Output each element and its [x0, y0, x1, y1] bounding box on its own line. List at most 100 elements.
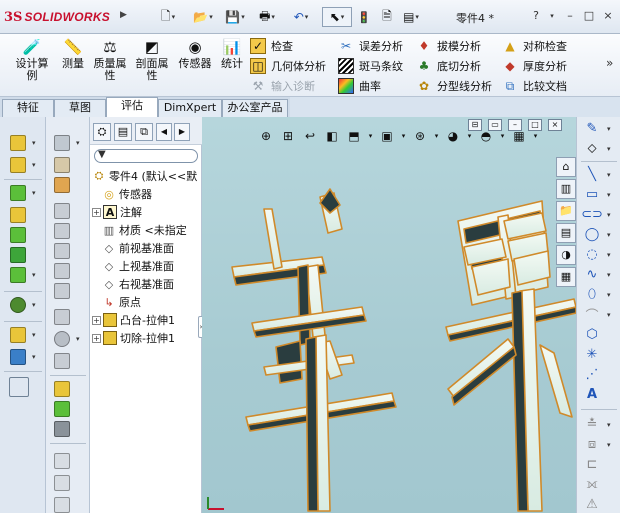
- undo-button[interactable]: ↶ ▾: [288, 7, 314, 27]
- feature-tree-tab-icon[interactable]: ⛭: [93, 123, 111, 141]
- chevron-down-icon[interactable]: ▾: [607, 231, 611, 239]
- design-library-icon[interactable]: ▥: [556, 179, 576, 199]
- chevron-down-icon[interactable]: ▾: [607, 171, 611, 179]
- tree-item-annotations[interactable]: + A 注解: [92, 203, 142, 221]
- tab-sketch[interactable]: 草图: [54, 99, 106, 117]
- import-diagnostics-button[interactable]: ⚒ 输入诊断: [250, 77, 315, 95]
- options-button[interactable]: ▤ ▾: [398, 7, 424, 27]
- save-button[interactable]: 💾 ▾: [222, 7, 248, 27]
- menu-expand-arrow[interactable]: ▶: [120, 10, 130, 24]
- configuration-manager-tab-icon[interactable]: ⧉: [135, 123, 153, 141]
- chevron-down-icon[interactable]: ▾: [32, 139, 36, 147]
- expand-toggle-icon[interactable]: +: [92, 333, 101, 343]
- file-properties-button[interactable]: 🗎: [378, 7, 396, 27]
- boundary-boss-icon[interactable]: [10, 227, 26, 243]
- extruded-cut-icon[interactable]: [54, 135, 70, 151]
- text-icon[interactable]: A: [583, 385, 601, 403]
- fillet-icon[interactable]: [54, 263, 70, 279]
- minimize-button[interactable]: –: [562, 8, 578, 24]
- smart-dimension-icon[interactable]: ⬦: [583, 139, 601, 157]
- chevron-down-icon[interactable]: ▾: [32, 331, 36, 339]
- chevron-down-icon[interactable]: ▾: [607, 145, 611, 153]
- point-icon[interactable]: ✳: [583, 345, 601, 363]
- chevron-down-icon[interactable]: ▾: [607, 421, 611, 429]
- fillet-sketch-icon[interactable]: ⌒: [583, 305, 601, 324]
- circle-icon[interactable]: ◯: [583, 225, 601, 243]
- design-study-button[interactable]: 🧪 设计算 例: [12, 38, 52, 82]
- draft-icon[interactable]: [54, 309, 70, 325]
- revolved-boss-icon[interactable]: [10, 157, 26, 173]
- mirror-entities-icon[interactable]: ⟗: [583, 475, 601, 493]
- solidworks-logo[interactable]: 3S SOLIDWORKS: [4, 8, 110, 26]
- tab-dimxpert[interactable]: DimXpert: [158, 99, 222, 117]
- tree-item-top-plane[interactable]: ◇ 上视基准面: [102, 257, 174, 275]
- convert-entities-icon[interactable]: ⧈: [583, 435, 601, 453]
- chevron-down-icon[interactable]: ▾: [607, 211, 611, 219]
- chevron-down-icon[interactable]: ▾: [607, 125, 611, 133]
- more-commands-button[interactable]: »: [606, 56, 613, 70]
- polygon-icon[interactable]: ⬡: [583, 325, 601, 343]
- instant3d-icon[interactable]: [9, 377, 29, 397]
- extruded-text-model[interactable]: [202, 117, 576, 513]
- expand-toggle-icon[interactable]: +: [92, 207, 101, 217]
- arc-icon[interactable]: ◌: [583, 245, 601, 263]
- revolved-cut-icon[interactable]: [54, 177, 70, 193]
- chamfer-icon[interactable]: [54, 283, 70, 299]
- dome-icon[interactable]: [54, 353, 70, 369]
- help-button[interactable]: ?: [528, 8, 544, 24]
- chevron-down-icon[interactable]: ▾: [607, 311, 611, 319]
- tree-item-sensors[interactable]: ◎ 传感器: [102, 185, 152, 203]
- custom-properties-icon[interactable]: ▦: [556, 267, 576, 287]
- deform-icon[interactable]: [54, 497, 70, 513]
- tree-item-part[interactable]: ⛭ 零件4 (默认<<默: [92, 167, 198, 185]
- deviation-analysis-button[interactable]: ✂ 误差分析: [338, 37, 403, 55]
- centerline-icon[interactable]: ⋰: [583, 365, 601, 383]
- statistics-button[interactable]: 📊 统计: [218, 38, 246, 70]
- view-palette-icon[interactable]: ▤: [556, 223, 576, 243]
- symmetry-check-button[interactable]: ▲ 对称检查: [502, 37, 567, 55]
- scale-icon[interactable]: [54, 453, 70, 469]
- boundary-cut-icon[interactable]: [54, 243, 70, 259]
- offset-entities-icon[interactable]: ⊏: [583, 455, 601, 473]
- rib-icon[interactable]: [10, 267, 26, 283]
- chevron-down-icon[interactable]: ▾: [607, 251, 611, 259]
- close-button[interactable]: ×: [600, 8, 616, 24]
- tree-item-front-plane[interactable]: ◇ 前视基准面: [102, 239, 174, 257]
- pattern-icon[interactable]: [10, 297, 26, 313]
- chevron-down-icon[interactable]: ▾: [607, 291, 611, 299]
- tab-features[interactable]: 特征: [2, 99, 54, 117]
- solidworks-resources-icon[interactable]: ⌂: [556, 157, 576, 177]
- mass-properties-button[interactable]: ⚖ 质量属 性: [90, 38, 130, 82]
- measure-button[interactable]: 📏 测量: [58, 38, 88, 70]
- chevron-down-icon[interactable]: ▾: [32, 301, 36, 309]
- zebra-stripes-button[interactable]: 斑马条纹: [338, 57, 403, 75]
- split-icon[interactable]: [54, 381, 70, 397]
- section-properties-button[interactable]: ◩ 剖面属 性: [132, 38, 172, 82]
- hole-wizard-icon[interactable]: [54, 157, 70, 173]
- open-button[interactable]: 📂 ▾: [190, 7, 216, 27]
- appearances-scenes-icon[interactable]: ◑: [556, 245, 576, 265]
- chevron-down-icon[interactable]: ▾: [76, 139, 80, 147]
- print-button[interactable]: 🖶 ▾: [254, 7, 280, 27]
- tree-item-boss-extrude[interactable]: + 凸台-拉伸1: [92, 311, 175, 329]
- check-button[interactable]: ✓ 检查: [250, 37, 293, 55]
- trim-entities-icon[interactable]: ≛: [583, 415, 601, 433]
- feature-tree-filter[interactable]: ▼: [94, 149, 198, 163]
- swept-boss-icon[interactable]: [10, 185, 26, 201]
- chevron-down-icon[interactable]: ▾: [32, 189, 36, 197]
- sensor-button[interactable]: ◉ 传感器: [176, 38, 214, 70]
- chevron-down-icon[interactable]: ▾: [32, 271, 36, 279]
- geometry-analysis-button[interactable]: ◫ 几何体分析: [250, 57, 326, 75]
- chevron-down-icon[interactable]: ▾: [76, 335, 80, 343]
- expand-toggle-icon[interactable]: +: [92, 315, 101, 325]
- tab-office-products[interactable]: 办公室产品: [222, 99, 288, 117]
- flex-icon[interactable]: [54, 475, 70, 491]
- graphics-viewport[interactable]: ⊟ ▭ – □ × ⊕ ⊞ ↩ ◧ ⬒ ▾ ▣ ▾ ⊛ ▾ ◕ ▾ ◓ ▾ ▦ ▾: [202, 117, 576, 513]
- select-button[interactable]: ⬉ ▾: [322, 7, 352, 27]
- file-explorer-icon[interactable]: 📁: [556, 201, 576, 221]
- new-document-button[interactable]: 🗋 ▾: [156, 7, 180, 27]
- chevron-down-icon[interactable]: ▾: [32, 353, 36, 361]
- display-relations-icon[interactable]: ⚠: [583, 495, 601, 513]
- chevron-down-icon[interactable]: ▾: [32, 161, 36, 169]
- tree-item-origin[interactable]: ↳ 原点: [102, 293, 141, 311]
